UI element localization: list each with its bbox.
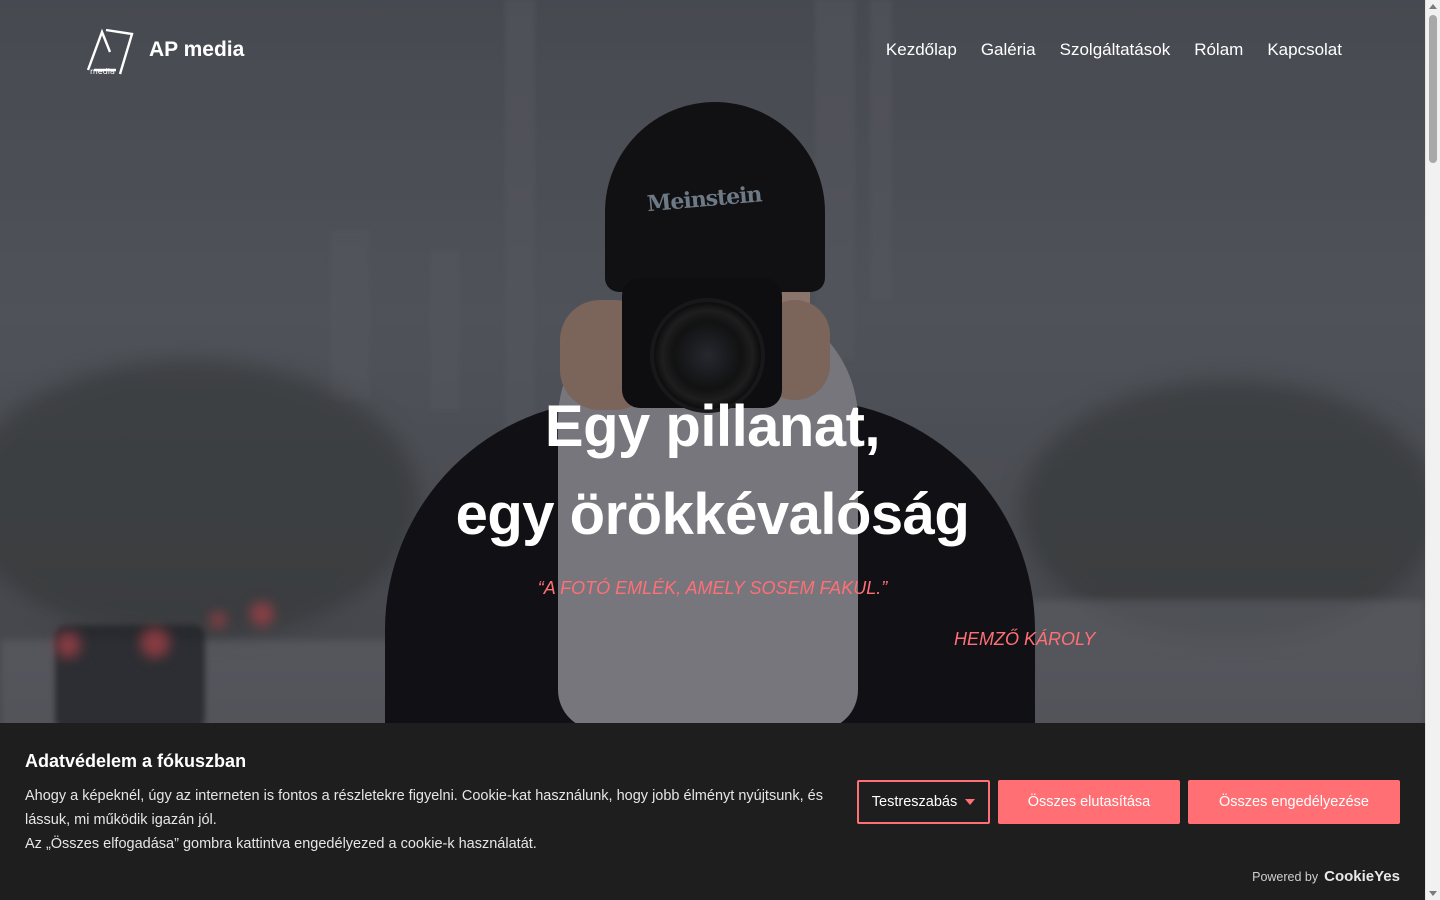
scrollbar-thumb[interactable] [1429, 15, 1437, 163]
hero-headline: Egy pillanat, egy örökkévalóság [0, 383, 1425, 559]
reject-all-button[interactable]: Összes elutasítása [998, 780, 1180, 824]
cookie-banner: Adatvédelem a fókuszban Ahogy a képeknél… [0, 723, 1425, 900]
hero-quote: “A FOTÓ EMLÉK, AMELY SOSEM FAKUL.” [537, 578, 888, 598]
svg-text:media: media [90, 67, 115, 76]
scroll-down-icon[interactable] [1429, 891, 1437, 896]
nav-item-galeria[interactable]: Galéria [981, 40, 1036, 60]
cookie-text-line-1: Ahogy a képeknél, úgy az interneten is f… [25, 788, 823, 828]
brand-name[interactable]: AP media [149, 38, 244, 62]
accept-all-button[interactable]: Összes engedélyezése [1188, 780, 1400, 824]
caret-down-icon [965, 799, 976, 805]
page-scrollbar[interactable] [1425, 0, 1440, 900]
logo-icon[interactable]: media [86, 26, 134, 78]
cookie-text-line-2: Az „Összes elfogadása” gombra kattintva … [25, 836, 537, 852]
main-nav: Kezdőlap Galéria Szolgáltatások Rólam Ka… [886, 40, 1342, 60]
nav-item-kapcsolat[interactable]: Kapcsolat [1267, 40, 1342, 60]
powered-by[interactable]: Powered by CookieYes [1252, 868, 1400, 885]
scroll-up-icon[interactable] [1429, 4, 1437, 9]
headline-line-2: egy örökkévalóság [455, 482, 970, 547]
customize-label: Testreszabás [871, 794, 958, 810]
nav-item-szolgaltatasok[interactable]: Szolgáltatások [1060, 40, 1171, 60]
cookieyes-logo: CookieYes [1324, 868, 1400, 885]
nav-item-rolam[interactable]: Rólam [1194, 40, 1243, 60]
powered-by-label: Powered by [1252, 870, 1319, 884]
cookie-title: Adatvédelem a fókuszban [25, 751, 247, 771]
nav-item-kezdolap[interactable]: Kezdőlap [886, 40, 957, 60]
headline-line-1: Egy pillanat, [544, 394, 881, 459]
quote-author: HEMZŐ KÁROLY [954, 629, 1096, 649]
cookie-description: Ahogy a képeknél, úgy az interneten is f… [25, 784, 845, 856]
customize-button[interactable]: Testreszabás [857, 780, 990, 824]
